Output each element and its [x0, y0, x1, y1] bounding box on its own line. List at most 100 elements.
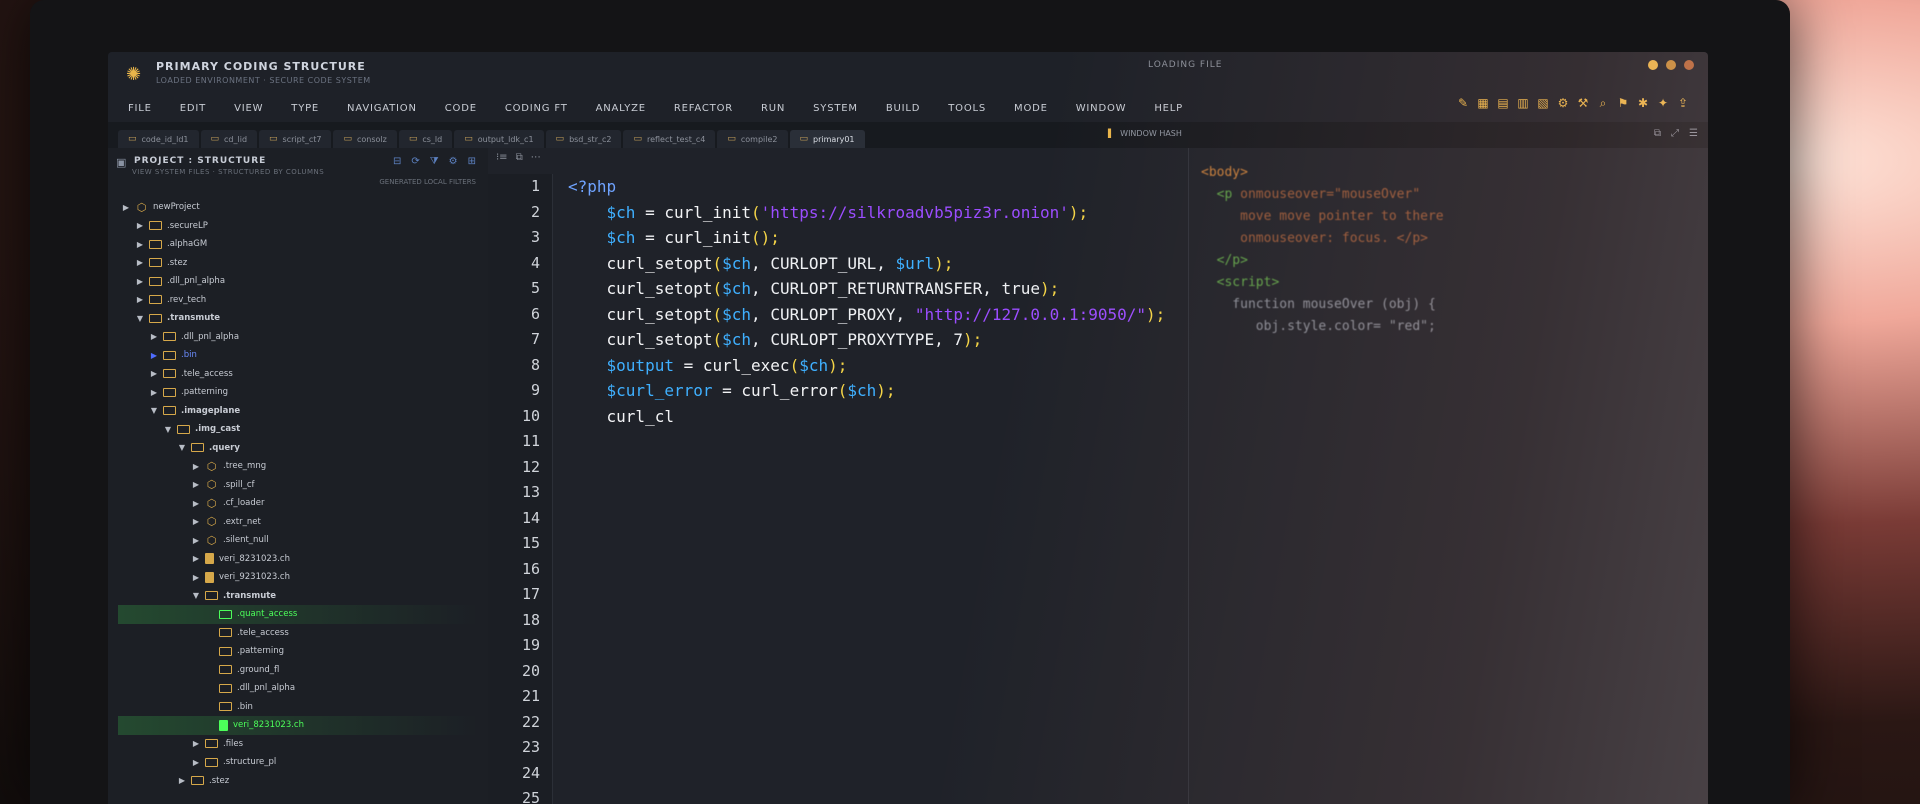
tree-item[interactable]: ▼ .imageplane: [118, 402, 478, 421]
tree-item[interactable]: ▶ .patterning: [118, 383, 478, 402]
collapsed-arrow-icon[interactable]: ▶: [192, 462, 200, 471]
menu-build[interactable]: BUILD: [886, 103, 920, 114]
menu-tools[interactable]: TOOLS: [948, 103, 986, 114]
tree-item[interactable]: ▼ .img_cast: [118, 420, 478, 439]
tab-9[interactable]: ▭ primary01: [789, 130, 865, 148]
tree-item[interactable]: ▶ veri_8231023.ch: [118, 550, 478, 569]
tree-item[interactable]: ▶ ⬡ .extr_net: [118, 513, 478, 532]
collapsed-arrow-icon[interactable]: ▶: [192, 480, 200, 489]
format-icon[interactable]: ⁝≡: [496, 152, 508, 163]
tree-item[interactable]: ▶ .alphaGM: [118, 235, 478, 254]
debug-icon[interactable]: ✱: [1636, 96, 1650, 110]
wrench-icon[interactable]: ⚒: [1576, 96, 1590, 110]
layout-icon[interactable]: ▤: [1496, 96, 1510, 110]
collapsed-arrow-icon[interactable]: ▶: [192, 499, 200, 508]
refresh-icon[interactable]: ⟳: [411, 156, 419, 167]
collapsed-arrow-icon[interactable]: ▶: [192, 517, 200, 526]
collapse-icon[interactable]: ⊟: [393, 156, 401, 167]
collapsed-arrow-icon[interactable]: ▶: [136, 221, 144, 230]
table-icon[interactable]: ▥: [1516, 96, 1530, 110]
flag-icon[interactable]: ⚑: [1616, 96, 1630, 110]
code-editor[interactable]: ⁝≡ ⧉ ⋯ 1 2 3 4 5 6 7 8 9 10 11 12 13 14 15 16 17 18 19 20 21…: [488, 148, 1188, 804]
tab-8[interactable]: ▭ compile2: [717, 130, 788, 148]
expand-all-icon[interactable]: ⊞: [468, 156, 476, 167]
collapsed-arrow-icon[interactable]: ▶: [136, 295, 144, 304]
tree-item[interactable]: ▶ .dll_pnl_alpha: [118, 328, 478, 347]
menu-refactor[interactable]: REFACTOR: [674, 103, 733, 114]
expanded-arrow-icon[interactable]: ▼: [164, 425, 172, 434]
tree-item[interactable]: ▶ .structure_pl: [118, 753, 478, 772]
search-icon[interactable]: ⌕: [1596, 96, 1610, 110]
grid-icon[interactable]: ▦: [1476, 96, 1490, 110]
tree-item[interactable]: ▶ .stez: [118, 772, 478, 791]
maximize-button[interactable]: [1666, 60, 1676, 70]
collapsed-arrow-icon[interactable]: ▶: [122, 203, 130, 212]
pen-icon[interactable]: ✎: [1456, 96, 1470, 110]
menu-view[interactable]: VIEW: [234, 103, 263, 114]
tab-2[interactable]: ▭ script_ct7: [259, 130, 332, 148]
tab-3[interactable]: ▭ consolz: [333, 130, 397, 148]
tree-item[interactable]: ▼ .transmute: [118, 309, 478, 328]
menu-system[interactable]: SYSTEM: [813, 103, 858, 114]
menu-file[interactable]: FILE: [128, 103, 152, 114]
menu-navigation[interactable]: NAVIGATION: [347, 103, 417, 114]
tree-item[interactable]: ▶ ⬡ .cf_loader: [118, 494, 478, 513]
panel-filter[interactable]: GENERATED LOCAL FILTERS: [379, 178, 476, 186]
menu-analyze[interactable]: ANALYZE: [596, 103, 646, 114]
close-button[interactable]: [1684, 60, 1694, 70]
menu-help[interactable]: HELP: [1154, 103, 1183, 114]
menu-icon[interactable]: ☰: [1689, 128, 1698, 139]
tree-item[interactable]: ▶ ⬡ .silent_null: [118, 531, 478, 550]
tree-item[interactable]: ▶ .dll_pnl_alpha: [118, 272, 478, 291]
tree-item[interactable]: veri_8231023.ch: [118, 716, 478, 735]
tree-item[interactable]: ▶ ⬡ .tree_mng: [118, 457, 478, 476]
tree-item[interactable]: .patterning: [118, 642, 478, 661]
collapsed-arrow-icon[interactable]: ▶: [136, 240, 144, 249]
collapsed-arrow-icon[interactable]: ▶: [192, 573, 200, 582]
tree-item[interactable]: ▶ ⬡ .spill_cf: [118, 476, 478, 495]
collapsed-arrow-icon[interactable]: ▶: [192, 739, 200, 748]
filter-icon[interactable]: ⧩: [430, 156, 439, 167]
tab-4[interactable]: ▭ cs_ld: [398, 130, 453, 148]
collapsed-arrow-icon[interactable]: ▶: [150, 369, 158, 378]
menu-edit[interactable]: EDIT: [180, 103, 206, 114]
tab-7[interactable]: ▭ reflect_test_c4: [623, 130, 716, 148]
menu-type[interactable]: TYPE: [291, 103, 319, 114]
collapsed-arrow-icon[interactable]: ▶: [192, 536, 200, 545]
split-icon[interactable]: ⧉: [1654, 128, 1661, 139]
tree-item[interactable]: ▶ .bin: [118, 346, 478, 365]
expanded-arrow-icon[interactable]: ▼: [192, 591, 200, 600]
expanded-arrow-icon[interactable]: ▼: [178, 443, 186, 452]
expand-icon[interactable]: ⤢: [1671, 128, 1679, 139]
expanded-arrow-icon[interactable]: ▼: [150, 406, 158, 415]
collapsed-arrow-icon[interactable]: ▶: [178, 776, 186, 785]
tree-item[interactable]: ▶ .secureLP: [118, 217, 478, 236]
tree-item[interactable]: ▼ .transmute: [118, 587, 478, 606]
expanded-arrow-icon[interactable]: ▼: [136, 314, 144, 323]
collapsed-arrow-icon[interactable]: ▶: [136, 277, 144, 286]
menu-mode[interactable]: MODE: [1014, 103, 1048, 114]
collapsed-arrow-icon[interactable]: ▶: [150, 351, 158, 360]
collapsed-arrow-icon[interactable]: ▶: [150, 332, 158, 341]
tree-item[interactable]: ▶ veri_9231023.ch: [118, 568, 478, 587]
settings-icon[interactable]: ⚙: [449, 156, 458, 167]
tab-5[interactable]: ▭ output_ldk_c1: [454, 130, 544, 148]
menu-run[interactable]: RUN: [761, 103, 785, 114]
tree-item[interactable]: ▶ .rev_tech: [118, 291, 478, 310]
tree-item[interactable]: ▼ .query: [118, 439, 478, 458]
menu-window[interactable]: WINDOW: [1076, 103, 1127, 114]
pin-icon[interactable]: ✦: [1656, 96, 1670, 110]
tab-1[interactable]: ▭ cd_lid: [200, 130, 258, 148]
more-icon[interactable]: ⋯: [531, 152, 541, 163]
tree-item[interactable]: .bin: [118, 698, 478, 717]
tab-6[interactable]: ▭ bsd_str_c2: [545, 130, 622, 148]
collapsed-arrow-icon[interactable]: ▶: [192, 758, 200, 767]
collapsed-arrow-icon[interactable]: ▶: [136, 258, 144, 267]
tree-item[interactable]: .dll_pnl_alpha: [118, 679, 478, 698]
menu-code[interactable]: CODE: [445, 103, 477, 114]
tree-item[interactable]: ▶ .tele_access: [118, 365, 478, 384]
minimize-button[interactable]: [1648, 60, 1658, 70]
tree-item[interactable]: .ground_fl: [118, 661, 478, 680]
stack-icon[interactable]: ▧: [1536, 96, 1550, 110]
tree-item[interactable]: ▶ ⬡ newProject: [118, 198, 478, 217]
